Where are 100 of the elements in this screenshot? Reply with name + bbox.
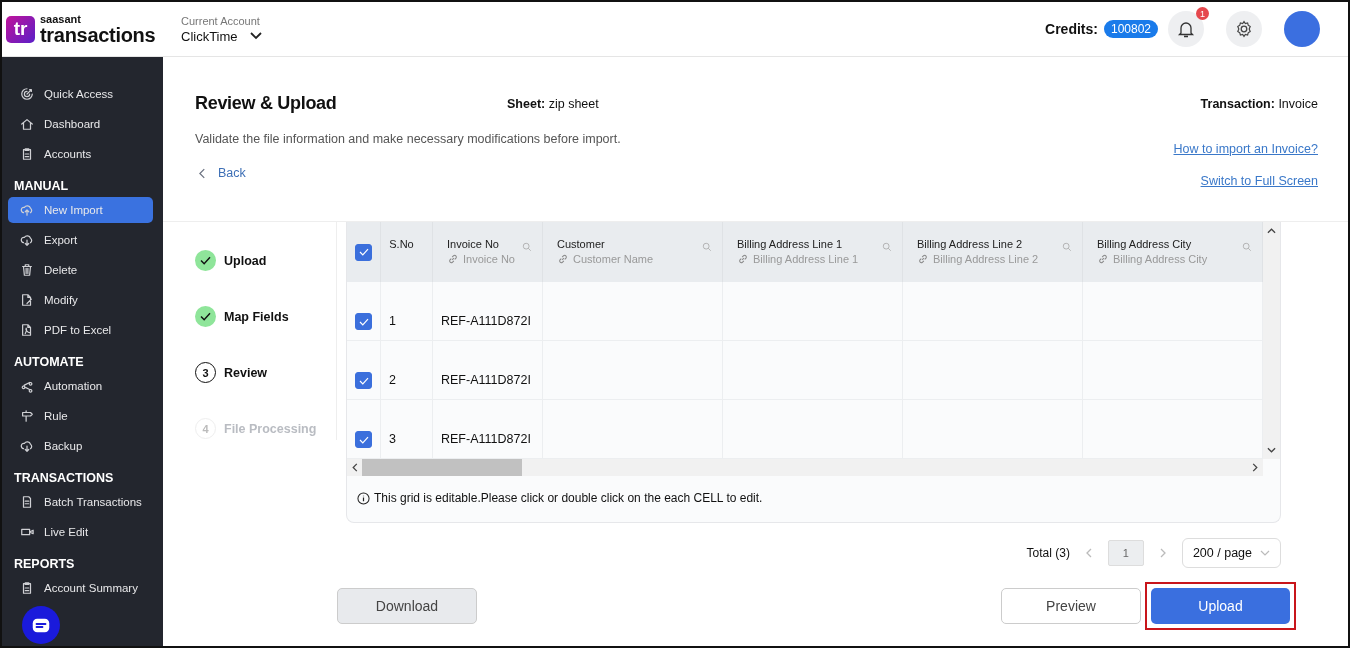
section-heading: TRANSACTIONS [13,470,115,487]
column-header[interactable]: Billing Address City Billing Address City [1083,222,1263,282]
page-description: Validate the file information and make necessary modifications before import. [195,132,621,146]
clipboard-icon [20,581,34,595]
back-link[interactable]: Back [218,166,246,180]
next-page-icon[interactable] [1159,548,1166,558]
notifications-button[interactable] [1168,11,1204,47]
table-cell[interactable] [543,282,723,341]
credits-badge: 100802 [1103,20,1158,38]
table-cell: 1 [381,282,433,341]
column-header[interactable]: Billing Address Line 2 Billing Address Line 2 [903,222,1083,282]
table-cell: 2 [381,341,433,400]
link-icon [1097,253,1109,265]
scroll-left-icon[interactable] [352,463,358,472]
link-icon [557,253,569,265]
sidebar-item[interactable]: Quick Access [8,81,153,107]
section-heading: AUTOMATE [13,354,85,371]
sidebar-item[interactable]: Export [8,227,153,253]
account-selector[interactable]: ClickTime [181,28,238,44]
sidebar-item[interactable]: Backup [8,433,153,459]
chat-button[interactable] [22,606,60,644]
search-icon[interactable] [522,242,532,252]
home-icon [20,117,34,131]
sidebar-item[interactable]: Accounts [8,141,153,167]
search-icon[interactable] [1062,242,1072,252]
transaction-type: Transaction: Invoice [1200,96,1318,111]
sidebar-item[interactable]: Dashboard [8,111,153,137]
help-link[interactable]: Switch to Full Screen [1200,174,1318,188]
step-label: Review [224,365,268,380]
download-icon [20,439,34,453]
sidebar-item[interactable]: New Import [8,197,153,223]
grid-note: This grid is editable.Please click or double click on the each CELL to edit. [374,491,763,505]
scroll-down-icon[interactable] [1267,447,1276,453]
sidebar-item[interactable]: Delete [8,257,153,283]
step-label: Map Fields [224,309,289,324]
preview-button[interactable]: Preview [1001,588,1141,624]
column-header[interactable]: S.No [381,222,433,282]
sidebar-item[interactable]: Batch Transactions [8,489,153,515]
search-icon[interactable] [702,242,712,252]
table-cell: REF-A111D872I [433,400,543,459]
table-cell: 3 [381,400,433,459]
credits-label: Credits: [1045,21,1098,37]
product-name: transactions [40,24,156,45]
page-size-select[interactable]: 200 / page [1181,538,1281,568]
account-label: Current Account [181,14,261,27]
step-label: File Processing [224,421,317,436]
signpost-icon [20,409,34,423]
table-cell: REF-A111D872I [433,282,543,341]
page-number[interactable]: 1 [1107,540,1144,566]
row-checkbox[interactable] [355,313,372,330]
sidebar-item[interactable]: Account Summary [8,575,153,601]
select-all-checkbox[interactable] [355,243,372,261]
row-checkbox[interactable] [355,431,372,448]
sheet-name: Sheet: zip sheet [507,96,599,111]
table-cell[interactable] [903,282,1083,341]
help-link[interactable]: How to import an Invoice? [1173,142,1318,156]
section-heading: REPORTS [13,556,76,573]
document-icon [20,293,34,307]
table-cell[interactable] [1083,282,1263,341]
sidebar-item[interactable]: PDF to Excel [8,317,153,343]
vertical-scrollbar[interactable] [1263,222,1280,459]
column-header[interactable]: Billing Address Line 1 Billing Address Line 1 [723,222,903,282]
document-icon [20,495,34,509]
sidebar-item[interactable]: Rule [8,403,153,429]
logo-mark: tr [6,15,35,43]
horizontal-scrollbar[interactable] [347,459,1263,476]
download-button[interactable]: Download [337,588,477,624]
total-count: Total (3) [1026,546,1070,560]
chevron-left-icon[interactable] [199,167,206,179]
chevron-down-icon[interactable] [249,32,262,40]
previous-page-icon[interactable] [1085,548,1092,558]
notification-count-badge: 1 [1196,7,1209,20]
link-icon [737,253,749,265]
chat-icon [32,617,50,633]
scroll-right-icon[interactable] [1252,463,1258,472]
table-cell: REF-A111D872I [433,341,543,400]
clipboard-icon [20,147,34,161]
check-icon [358,317,369,326]
sidebar-item[interactable]: Automation [8,373,153,399]
row-checkbox[interactable] [355,372,372,389]
pdf-icon [20,323,34,337]
section-heading: MANUAL [13,178,70,195]
bell-icon [1176,19,1196,39]
table-cell[interactable] [723,282,903,341]
sidebar-item[interactable]: Live Edit [8,519,153,545]
check-icon [358,248,369,256]
settings-button[interactable] [1226,11,1262,47]
upload-button[interactable]: Upload [1151,588,1290,624]
avatar[interactable] [1284,11,1320,47]
check-icon [358,376,369,385]
caret-down-icon [1260,550,1270,556]
column-header[interactable]: Customer Customer Name [543,222,723,282]
search-icon[interactable] [1242,242,1252,252]
share-icon [20,379,34,393]
scroll-up-icon[interactable] [1267,228,1276,234]
sidebar-item[interactable]: Modify [8,287,153,313]
link-icon [447,253,459,265]
search-icon[interactable] [882,242,892,252]
column-header[interactable]: Invoice No Invoice No [433,222,543,282]
step-label: Upload [224,253,267,268]
